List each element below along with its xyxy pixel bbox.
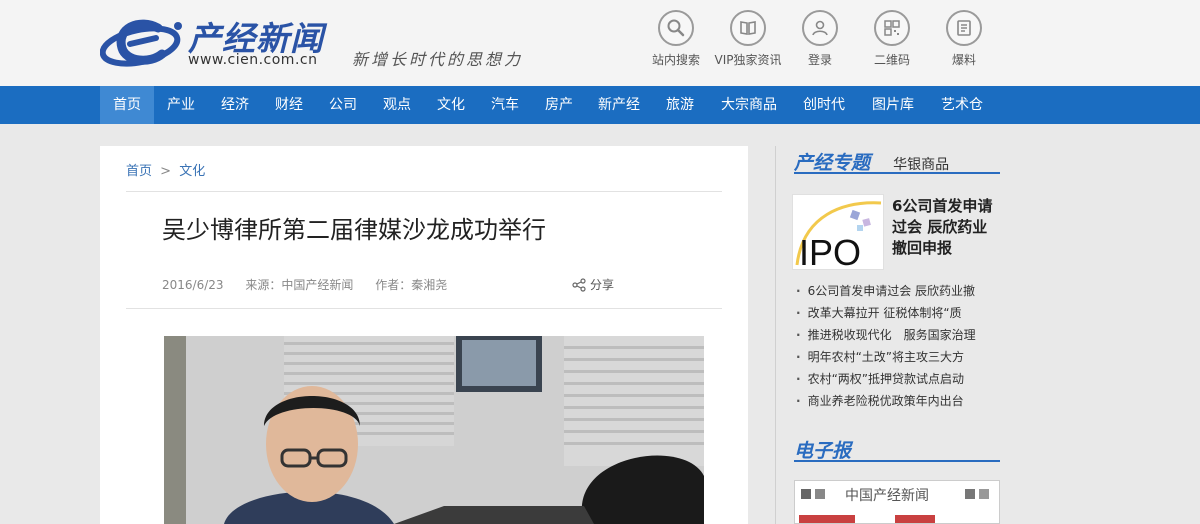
epaper-name: 中国产经新闻 <box>845 488 929 504</box>
tool-label: 爆料 <box>951 53 976 67</box>
tool-search[interactable]: 站内搜索 <box>636 10 716 68</box>
book-icon <box>730 10 766 46</box>
article-author: 作者：秦湘尧 <box>375 278 448 292</box>
featured-text: 6公司首发申请过会 辰欣药业撤回申报 <box>892 197 993 257</box>
featured-topic[interactable]: IPO 6公司首发申请过会 辰欣药业撤回申报 <box>792 194 1002 272</box>
share-icon <box>572 277 586 292</box>
nav-item-economy[interactable]: 经济 <box>208 86 262 124</box>
topic-header: 产经专题 华银商品 <box>794 148 1000 174</box>
tool-label: 站内搜索 <box>651 53 700 67</box>
list-item[interactable]: 农村“两权”抵押贷款试点启动 <box>796 368 1006 390</box>
article-source: 来源：中国产经新闻 <box>245 278 354 292</box>
article-date: 2016/6/23 <box>162 278 224 292</box>
list-item[interactable]: 推进税收现代化 服务国家治理 <box>796 324 1006 346</box>
article-meta: 2016/6/23 来源：中国产经新闻 作者：秦湘尧 <box>162 276 465 293</box>
logo-url: www.cien.com.cn <box>188 52 318 68</box>
share-button[interactable]: 分享 <box>572 276 614 293</box>
breadcrumb: 首页 > 文化 <box>126 160 209 179</box>
sidebar-divider <box>775 146 776 524</box>
featured-image: IPO <box>792 194 884 270</box>
nav-item-culture[interactable]: 文化 <box>424 86 478 124</box>
tool-label: 二维码 <box>873 53 910 67</box>
nav-item-home[interactable]: 首页 <box>100 86 154 124</box>
list-item[interactable]: 6公司首发申请过会 辰欣药业撤 <box>796 280 1006 302</box>
topic-sub[interactable]: 华银商品 <box>893 157 949 173</box>
breadcrumb-culture[interactable]: 文化 <box>179 164 205 179</box>
article-card: 首页 > 文化 吴少博律所第二届律媒沙龙成功举行 2016/6/23 来源：中国… <box>100 146 748 524</box>
user-icon <box>802 10 838 46</box>
list-item[interactable]: 商业养老险税优政策年内出台 <box>796 390 1006 412</box>
main-nav: 首页 产业 经济 财经 公司 观点 文化 汽车 房产 新产经 旅游 大宗商品 创… <box>0 86 1200 124</box>
topic-title[interactable]: 产经专题 <box>794 152 870 174</box>
nav-item-company[interactable]: 公司 <box>316 86 370 124</box>
featured-image-text: IPO <box>799 232 861 270</box>
nav-item-startup[interactable]: 创时代 <box>790 86 858 124</box>
nav-item-travel[interactable]: 旅游 <box>652 86 708 124</box>
list-item[interactable]: 明年农村“土改”将主攻三大方 <box>796 346 1006 368</box>
epaper-title[interactable]: 电子报 <box>794 440 851 462</box>
divider <box>126 308 722 309</box>
site-slogan: 新增长时代的思想力 <box>352 50 524 69</box>
tool-report[interactable]: 爆料 <box>924 10 1004 68</box>
share-label: 分享 <box>590 278 615 292</box>
article-title: 吴少博律所第二届律媒沙龙成功举行 <box>162 216 546 244</box>
nav-item-art[interactable]: 艺术仓 <box>928 86 996 124</box>
logo-e-icon <box>100 19 182 67</box>
tool-login[interactable]: 登录 <box>780 10 860 68</box>
nav-item-industry[interactable]: 产业 <box>154 86 208 124</box>
nav-item-opinion[interactable]: 观点 <box>370 86 424 124</box>
tool-label: VIP独家资讯 <box>714 53 782 67</box>
article-photo <box>164 336 704 524</box>
epaper-header: 电子报 <box>794 436 1000 462</box>
nav-item-finance[interactable]: 财经 <box>262 86 316 124</box>
photo-illustration <box>164 336 704 524</box>
nav-item-commodities[interactable]: 大宗商品 <box>708 86 790 124</box>
list-item[interactable]: 改革大幕拉开 征税体制将“质 <box>796 302 1006 324</box>
divider <box>126 191 722 192</box>
header-tools: 站内搜索 VIP独家资讯 登录 二维码 爆料 <box>640 10 1000 70</box>
tool-label: 登录 <box>807 53 832 67</box>
breadcrumb-home[interactable]: 首页 <box>126 164 152 179</box>
topic-news-list: 6公司首发申请过会 辰欣药业撤 改革大幕拉开 征税体制将“质 推进税收现代化 服… <box>796 280 1006 412</box>
breadcrumb-separator: > <box>160 164 172 179</box>
nav-item-new-economy[interactable]: 新产经 <box>586 86 652 124</box>
nav-item-gallery[interactable]: 图片库 <box>858 86 928 124</box>
nav-item-auto[interactable]: 汽车 <box>478 86 532 124</box>
site-header: 产经新闻 www.cien.com.cn 新增长时代的思想力 站内搜索 VIP独… <box>0 0 1200 86</box>
qrcode-icon <box>874 10 910 46</box>
epaper-thumbnail[interactable]: 中国产经新闻 <box>794 480 1000 524</box>
tool-qrcode[interactable]: 二维码 <box>852 10 932 68</box>
nav-item-realestate[interactable]: 房产 <box>532 86 586 124</box>
document-icon <box>946 10 982 46</box>
site-logo[interactable]: 产经新闻 www.cien.com.cn <box>100 10 340 76</box>
search-icon <box>658 10 694 46</box>
tool-vip[interactable]: VIP独家资讯 <box>708 10 788 68</box>
